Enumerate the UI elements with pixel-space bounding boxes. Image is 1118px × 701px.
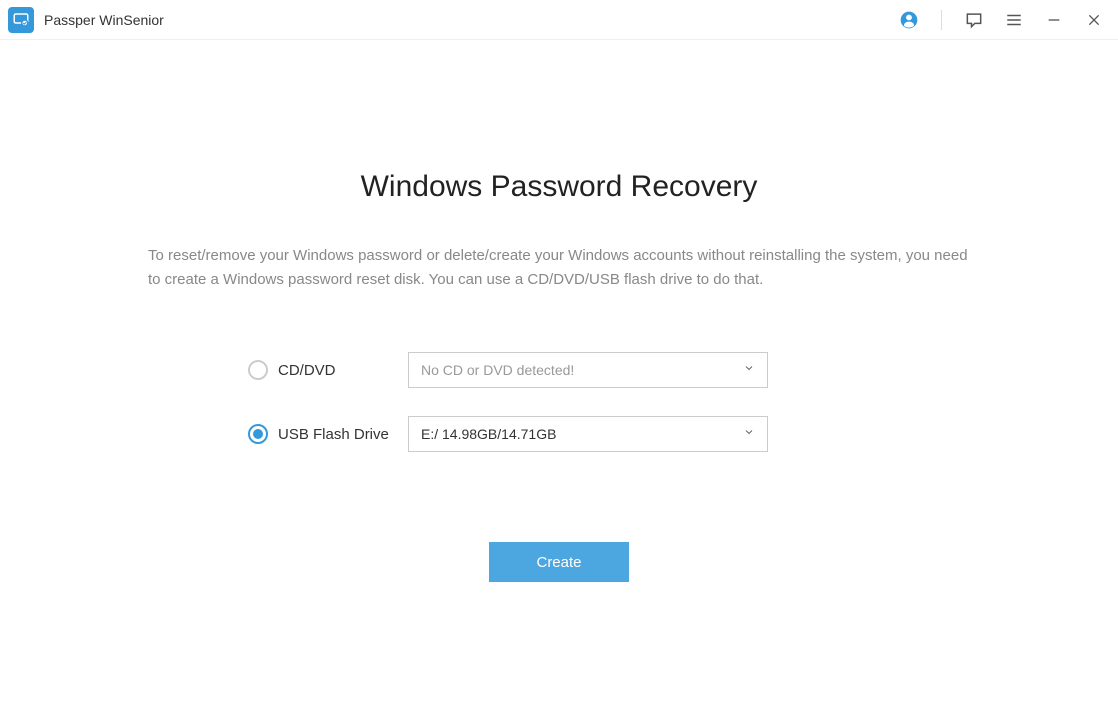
close-button[interactable] xyxy=(1082,8,1106,32)
titlebar: Passper WinSenior xyxy=(0,0,1118,40)
select-value-usb: E:/ 14.98GB/14.71GB xyxy=(421,426,556,442)
select-usb[interactable]: E:/ 14.98GB/14.71GB xyxy=(408,416,768,452)
minimize-button[interactable] xyxy=(1042,8,1066,32)
create-button[interactable]: Create xyxy=(489,542,629,582)
option-row-cd-dvd: CD/DVD No CD or DVD detected! xyxy=(148,352,970,388)
radio-label-cd-dvd: CD/DVD xyxy=(278,362,336,379)
chevron-down-icon xyxy=(743,361,755,379)
titlebar-right xyxy=(897,8,1106,32)
account-icon[interactable] xyxy=(897,8,921,32)
select-cd-dvd[interactable]: No CD or DVD detected! xyxy=(408,352,768,388)
feedback-icon[interactable] xyxy=(962,8,986,32)
chevron-down-icon xyxy=(743,425,755,443)
radio-cd-dvd[interactable] xyxy=(248,360,268,380)
titlebar-divider xyxy=(941,10,942,30)
app-logo xyxy=(8,7,34,33)
app-title: Passper WinSenior xyxy=(44,12,164,28)
page-title: Windows Password Recovery xyxy=(148,170,970,204)
radio-label-usb: USB Flash Drive xyxy=(278,426,389,443)
radio-group-cd-dvd[interactable]: CD/DVD xyxy=(248,360,408,380)
radio-group-usb[interactable]: USB Flash Drive xyxy=(248,424,408,444)
option-row-usb: USB Flash Drive E:/ 14.98GB/14.71GB xyxy=(148,416,970,452)
titlebar-left: Passper WinSenior xyxy=(8,7,164,33)
menu-icon[interactable] xyxy=(1002,8,1026,32)
radio-usb[interactable] xyxy=(248,424,268,444)
select-value-cd-dvd: No CD or DVD detected! xyxy=(421,362,574,378)
page-description: To reset/remove your Windows password or… xyxy=(148,244,970,292)
main-content: Windows Password Recovery To reset/remov… xyxy=(0,40,1118,582)
